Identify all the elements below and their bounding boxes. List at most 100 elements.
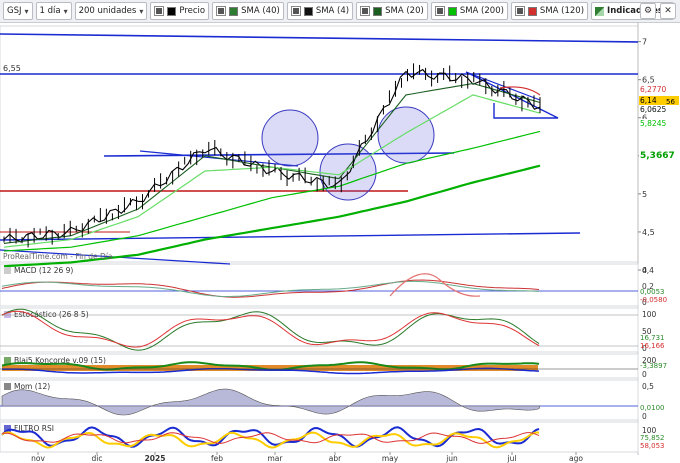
- checkbox-icon[interactable]: [216, 6, 227, 16]
- panel-icon: [4, 267, 11, 274]
- koncorde-blue: [2, 367, 540, 375]
- highlight-circle: [261, 109, 319, 167]
- price-label: 6,2770: [640, 85, 666, 94]
- price-label-bg: [639, 96, 679, 105]
- checkbox-icon[interactable]: [154, 6, 165, 16]
- panel-icon: [4, 425, 11, 432]
- month-label: dic: [92, 454, 103, 463]
- panel-icon: [4, 357, 11, 364]
- koncorde-title: Blai5 Koncorde v.09 (15): [14, 356, 106, 365]
- panel-value-label: 0,0100: [640, 404, 665, 412]
- macd-panel-frame: [0, 263, 639, 307]
- panel-value-label: 16,731: [640, 334, 665, 342]
- series-line: [3, 68, 541, 243]
- month-label: mar: [268, 454, 284, 463]
- signal-line: [1, 280, 540, 297]
- legend-item-sma-4[interactable]: SMA (4): [286, 2, 354, 20]
- panel-tick-label: 0: [642, 412, 647, 421]
- price-label-overlap: 56: [666, 98, 675, 106]
- level-label: 6,55: [3, 64, 21, 73]
- legend-label: Precio: [179, 6, 206, 16]
- month-label: jun: [445, 454, 458, 463]
- panel-value-label: 16,166: [640, 342, 665, 350]
- trendline-low: [0, 249, 231, 265]
- checkbox-icon[interactable]: [290, 6, 301, 16]
- series-line: [3, 94, 541, 248]
- panel-tick-label: 0: [642, 298, 647, 307]
- close-icon[interactable]: ✕: [660, 3, 676, 19]
- checkbox-icon[interactable]: [514, 6, 525, 16]
- mom-panel-frame: [0, 379, 639, 421]
- macd-line: [1, 279, 540, 298]
- panel-tick-label: 0: [642, 344, 647, 353]
- highlight-circle: [319, 143, 377, 201]
- panel-icon: [4, 311, 11, 318]
- color-swatch: [527, 6, 537, 16]
- chart-canvas: 7 6,5 6 5,5 5 4,5 4 6,55 ProRealTime.com - Fin d…: [0, 22, 679, 463]
- units-selector[interactable]: 200 unidades: [74, 2, 148, 20]
- series-line: [3, 130, 541, 252]
- legend-label: SMA (20): [385, 6, 424, 16]
- mom-area: [1, 388, 541, 416]
- rsi-blue: [1, 426, 540, 448]
- month-label: may: [382, 454, 399, 463]
- trendline-mid-short: [139, 150, 299, 167]
- watermark-text: ProRealTime.com - Fin de Día: [3, 252, 113, 261]
- support-line-bottom: [0, 232, 581, 241]
- legend-item-precio[interactable]: Precio: [150, 2, 210, 20]
- series-line: [3, 82, 541, 244]
- checkbox-icon[interactable]: [360, 6, 371, 16]
- month-label: 2025: [145, 454, 166, 463]
- price-tick-label: 5,5: [642, 152, 655, 161]
- panel-tick-label: 100: [642, 310, 657, 319]
- trendline-top: [0, 33, 639, 43]
- stoch-d-line: [1, 310, 540, 348]
- price-tick-label: 4: [642, 266, 647, 275]
- color-swatch: [303, 6, 313, 16]
- indicators-icon: [595, 6, 605, 16]
- rsi-yellow: [1, 431, 540, 449]
- price-tick-label: 6: [642, 114, 647, 123]
- panel-tick-label: 200: [642, 356, 657, 365]
- settings-icon[interactable]: ⚙: [640, 3, 656, 19]
- price-label: 5,8245: [640, 119, 666, 128]
- symbol-selector[interactable]: GSJ: [3, 2, 33, 20]
- timeframe-selector[interactable]: 1 día: [35, 2, 72, 20]
- month-label: ago: [569, 454, 583, 463]
- price-label-bg: [639, 85, 679, 94]
- price-label: 5,3667: [640, 151, 675, 161]
- legend-item-sma-120[interactable]: SMA (120): [510, 2, 589, 20]
- mom-title: Mom (12): [14, 382, 50, 391]
- panel-value-label: -3,3897: [640, 362, 667, 370]
- chart-toolbar: GSJ 1 día 200 unidades Precio SMA (40) SMA…: [0, 0, 680, 23]
- macd-peak: [389, 273, 481, 297]
- legend-label: SMA (40): [241, 6, 280, 16]
- color-swatch: [447, 6, 457, 16]
- legend-item-sma-40[interactable]: SMA (40): [212, 2, 284, 20]
- legend-label: SMA (4): [315, 6, 350, 16]
- highlight-circle: [377, 106, 435, 164]
- panel-icon: [4, 383, 11, 390]
- month-label: nov: [31, 454, 45, 463]
- checkbox-icon[interactable]: [434, 6, 445, 16]
- legend-item-sma-20[interactable]: SMA (20): [356, 2, 428, 20]
- rsi-title: FILTRO RSI: [14, 424, 54, 433]
- triangle-upper-line: [465, 71, 541, 101]
- support-line-mid: [103, 152, 455, 157]
- stoch-k-line: [1, 308, 540, 351]
- price-label-bg: [639, 151, 679, 161]
- month-label: feb: [211, 454, 223, 463]
- price-tick-label: 6,5: [642, 76, 655, 85]
- legend-item-sma-200[interactable]: SMA (200): [430, 2, 508, 20]
- legend-label: SMA (120): [539, 6, 585, 16]
- price-tick-label: 7: [642, 38, 647, 47]
- price-label: 6,0625: [640, 105, 666, 114]
- rsi-panel-frame: [0, 421, 639, 453]
- koncorde-band: [2, 365, 538, 371]
- price-label: 6,14: [640, 96, 657, 105]
- macd-title: MACD (12 26 9): [14, 266, 73, 275]
- panel-tick-label: 0: [642, 370, 647, 379]
- price-tick-label: 5: [642, 190, 647, 199]
- color-swatch: [229, 6, 239, 16]
- month-label: abr: [329, 454, 342, 463]
